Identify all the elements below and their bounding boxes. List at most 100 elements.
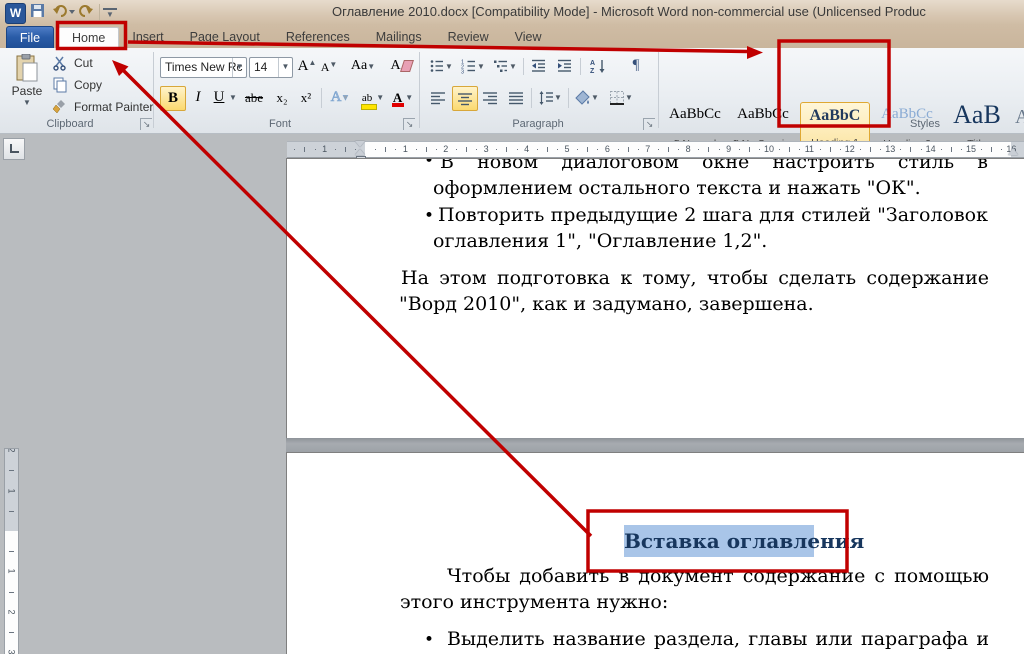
increase-indent-button[interactable] [553, 56, 577, 76]
tab-file[interactable]: File [6, 26, 54, 50]
tab-insert[interactable]: Insert [119, 27, 176, 48]
doc-line[interactable]: Выделить название раздела, главы или пар… [447, 628, 989, 652]
sort-icon: A Z [589, 58, 607, 74]
increase-indent-icon [557, 58, 573, 74]
format-painter-button[interactable]: Format Painter [52, 98, 162, 116]
v-ruler[interactable]: 12312 [4, 448, 19, 654]
align-center-button[interactable] [452, 86, 478, 111]
doc-line[interactable]: оформлением остального текста и нажать "… [433, 177, 921, 200]
styles-group-label: Styles [875, 118, 975, 130]
show-hide-pilcrow-button[interactable]: ¶ [624, 55, 648, 75]
shrink-font-button[interactable]: A▼ [319, 58, 339, 76]
page-2[interactable]: Вставка оглавления Чтобы добавить в доку… [286, 452, 1024, 654]
doc-line[interactable]: Чтобы добавить в документ содержание с п… [447, 565, 989, 589]
redo-button[interactable] [78, 3, 96, 21]
align-left-button[interactable] [426, 86, 450, 109]
font-color-swatch [392, 103, 404, 107]
bullet-glyph: • [424, 205, 434, 228]
doc-line[interactable]: На этом подготовка к тому, чтобы сделать… [401, 267, 989, 291]
font-size-combobox[interactable]: 14 ▼ [249, 57, 293, 78]
svg-text:3: 3 [461, 70, 464, 75]
tab-home[interactable]: Home [58, 27, 119, 48]
bullets-button[interactable]: ▼ [426, 56, 456, 76]
word-window: W ▼ Оглавление 2010.docx [Compatibility … [0, 0, 1024, 654]
doc-line[interactable]: этого инструмента нужно: [400, 591, 668, 614]
bullet-glyph: • [424, 158, 434, 173]
word-app-icon[interactable]: W [5, 3, 26, 24]
cut-button[interactable]: Cut [52, 54, 152, 72]
underline-button[interactable]: U [209, 86, 229, 109]
numbering-icon: 1 2 3 [461, 58, 477, 74]
tab-references[interactable]: References [273, 27, 363, 48]
qat-customize-button[interactable]: ▼ [103, 8, 117, 20]
align-right-button[interactable] [478, 86, 502, 109]
align-center-icon [457, 91, 473, 107]
doc-line[interactable]: "Ворд 2010", как и задумано, завершена. [399, 293, 814, 316]
underline-dropdown-arrow[interactable]: ▼ [228, 86, 238, 109]
superscript-button[interactable]: x² [294, 86, 318, 109]
multilevel-list-button[interactable]: ▼ [490, 56, 520, 76]
italic-button[interactable]: I [188, 86, 208, 109]
subscript-button[interactable]: x₂ [270, 86, 294, 109]
page-gap [286, 438, 1024, 452]
selected-heading-highlight[interactable]: Вставка оглавления [624, 525, 814, 557]
bold-button[interactable]: B [160, 86, 186, 111]
decrease-indent-button[interactable] [527, 56, 551, 76]
svg-text:Z: Z [590, 68, 595, 74]
doc-line[interactable]: оглавления 1", "Оглавление 1,2". [433, 230, 767, 253]
undo-icon [52, 3, 76, 19]
font-size-dropdown-arrow[interactable]: ▼ [278, 58, 292, 77]
highlight-color-swatch [361, 104, 377, 110]
borders-button[interactable]: ▼ [606, 86, 636, 109]
doc-line[interactable]: Повторить предыдущие 2 шага для стилей "… [438, 204, 988, 228]
bullets-icon [429, 58, 445, 74]
change-case-button[interactable]: Aa▼ [348, 56, 378, 76]
copy-icon [52, 77, 68, 93]
window-title: Оглавление 2010.docx [Compatibility Mode… [332, 4, 1022, 21]
h-ruler[interactable]: 1234567891011121314151612 [287, 141, 1024, 158]
redo-icon [78, 3, 94, 19]
undo-button[interactable] [52, 3, 76, 21]
tab-page-layout[interactable]: Page Layout [177, 27, 273, 48]
eraser-icon [400, 60, 414, 72]
shading-button[interactable]: ▼ [572, 86, 602, 109]
clipboard-dialog-launcher[interactable]: ↘ [140, 118, 152, 130]
font-name-dropdown-arrow[interactable]: ▼ [232, 58, 246, 77]
hanging-indent-marker[interactable] [355, 149, 365, 155]
line-spacing-button[interactable]: ▼ [535, 86, 565, 109]
grow-font-button[interactable]: A▲ [296, 56, 318, 76]
first-line-indent-marker[interactable] [355, 141, 365, 147]
strikethrough-button[interactable]: abe [240, 86, 268, 109]
font-dialog-launcher[interactable]: ↘ [403, 118, 415, 130]
tab-stop-selector[interactable] [3, 138, 25, 160]
right-indent-marker[interactable] [1008, 148, 1018, 155]
text-effects-button[interactable]: A▼ [326, 86, 354, 109]
align-left-icon [430, 90, 446, 106]
clear-formatting-button[interactable]: A [388, 56, 414, 76]
tab-mailings[interactable]: Mailings [363, 27, 435, 48]
shading-icon [575, 90, 591, 106]
tab-view[interactable]: View [502, 27, 555, 48]
tab-review[interactable]: Review [435, 27, 502, 48]
numbering-button[interactable]: 1 2 3 ▼ [458, 56, 488, 76]
bullet-glyph: • [424, 629, 434, 652]
highlight-color-button[interactable]: ab ▼ [358, 86, 388, 109]
font-color-button[interactable]: A ▼ [390, 86, 416, 109]
svg-text:A: A [590, 60, 595, 67]
page-1[interactable]: • В новом диалоговом окне настроить стил… [286, 158, 1024, 439]
paragraph-dialog-launcher[interactable]: ↘ [643, 118, 655, 130]
doc-line[interactable]: В новом диалоговом окне настроить стиль … [440, 158, 988, 175]
ribbon: Paste ▼ Cut Copy Format Painter [0, 48, 1024, 134]
paste-button[interactable]: Paste ▼ [8, 52, 46, 116]
paste-dropdown-arrow: ▼ [23, 98, 31, 107]
format-painter-icon [52, 99, 68, 115]
align-right-icon [482, 90, 498, 106]
sort-button[interactable]: A Z [585, 56, 611, 76]
justify-button[interactable] [504, 86, 528, 109]
cut-icon [52, 55, 68, 71]
doc-heading[interactable]: Вставка оглавления [624, 525, 814, 557]
copy-button[interactable]: Copy [52, 76, 152, 94]
save-button[interactable] [30, 3, 48, 21]
font-name-combobox[interactable]: Times New Rc ▼ [160, 57, 247, 78]
title-bar: W ▼ Оглавление 2010.docx [Compatibility … [0, 0, 1024, 26]
